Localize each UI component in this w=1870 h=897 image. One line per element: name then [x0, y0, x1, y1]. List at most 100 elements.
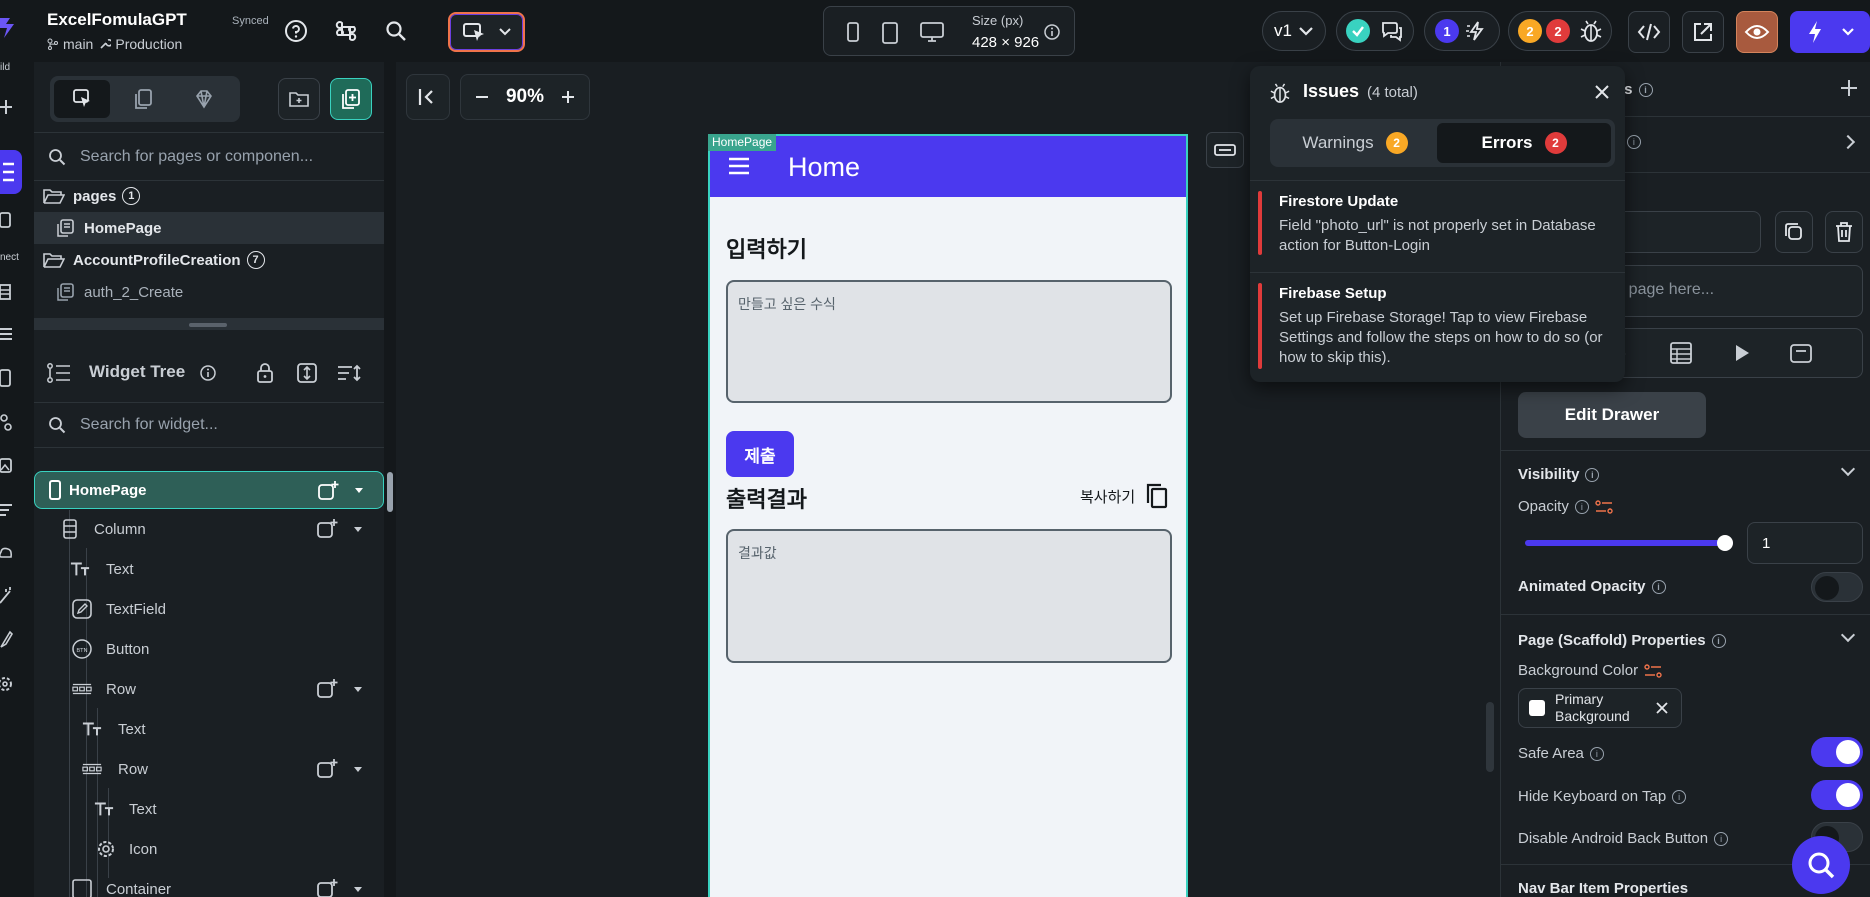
- actions-pill[interactable]: 1: [1424, 11, 1500, 51]
- widget-row-textfield[interactable]: TextField: [34, 590, 384, 628]
- chevron-down-icon[interactable]: [1840, 627, 1856, 643]
- tab-theme[interactable]: [176, 80, 232, 118]
- play-icon[interactable]: [1734, 344, 1750, 362]
- help-icon[interactable]: [283, 18, 309, 44]
- storyboard-icon[interactable]: [0, 210, 14, 230]
- vertical-scrollbar[interactable]: [387, 472, 393, 512]
- command-icon[interactable]: [333, 18, 359, 44]
- info-icon[interactable]: i: [1574, 499, 1589, 514]
- widget-row-row[interactable]: Row: [34, 670, 384, 708]
- opacity-input[interactable]: 1: [1747, 522, 1863, 564]
- page-item-auth-create[interactable]: auth_2_Create: [34, 276, 384, 308]
- widget-row-button[interactable]: BTN Button: [34, 630, 384, 668]
- add-child-icon[interactable]: [316, 518, 338, 540]
- info-icon[interactable]: i: [1589, 746, 1604, 761]
- hide-keyboard-toggle[interactable]: [1811, 780, 1863, 810]
- caret-down-icon[interactable]: [354, 687, 362, 692]
- edit-drawer-button[interactable]: Edit Drawer: [1518, 392, 1706, 438]
- text-style-icon[interactable]: [0, 500, 14, 520]
- add-child-icon[interactable]: [316, 878, 338, 897]
- folder-pages[interactable]: pages 1: [34, 180, 384, 212]
- tab-pages[interactable]: [54, 80, 110, 118]
- delete-button[interactable]: [1825, 211, 1863, 253]
- add-icon[interactable]: [0, 98, 14, 118]
- add-child-icon[interactable]: [316, 678, 338, 700]
- variable-icon[interactable]: [1644, 663, 1662, 679]
- info-icon[interactable]: i: [1585, 467, 1600, 482]
- duplicate-button[interactable]: [1775, 211, 1813, 253]
- info-icon[interactable]: [1044, 24, 1060, 40]
- phone-preview[interactable]: Home 입력하기 만들고 싶은 수식 제출 출력결과 복사하기 결과값: [708, 134, 1188, 897]
- code-view-button[interactable]: [1628, 11, 1670, 53]
- zoom-level[interactable]: 90%: [506, 86, 544, 108]
- copy-row[interactable]: 복사하기: [1080, 483, 1169, 509]
- open-external-button[interactable]: [1682, 11, 1724, 53]
- close-icon[interactable]: [1655, 701, 1669, 715]
- help-search-button[interactable]: [1792, 836, 1850, 894]
- page-description-input[interactable]: ur page here...: [1597, 265, 1863, 317]
- table-icon[interactable]: [0, 282, 14, 302]
- scaffold-properties-header[interactable]: Page (Scaffold) Properties i: [1518, 632, 1726, 649]
- flutterflow-logo-icon[interactable]: [0, 14, 16, 42]
- cloud-icon[interactable]: [0, 542, 14, 562]
- project-name[interactable]: ExcelFomulaGPT: [47, 10, 187, 30]
- new-folder-button[interactable]: [278, 78, 320, 120]
- run-button[interactable]: [1790, 11, 1870, 53]
- copy-icon[interactable]: [1145, 483, 1169, 509]
- tab-warnings[interactable]: Warnings 2: [1274, 123, 1436, 163]
- info-icon[interactable]: i: [1711, 633, 1726, 648]
- issue-item[interactable]: Firebase Setup Set up Firebase Storage! …: [1250, 272, 1625, 380]
- lock-icon[interactable]: [256, 362, 274, 384]
- page-selector-chip[interactable]: [1206, 132, 1244, 168]
- folder-icon[interactable]: [1790, 342, 1812, 364]
- info-icon[interactable]: [200, 365, 216, 381]
- branch-info[interactable]: main Production: [47, 36, 182, 52]
- magic-icon[interactable]: [0, 586, 14, 606]
- page-search[interactable]: Search for pages or componen...: [34, 134, 384, 180]
- chevron-down-icon[interactable]: [1840, 461, 1856, 477]
- folder-account-profile[interactable]: AccountProfileCreation 7: [34, 244, 384, 276]
- output-heading[interactable]: 출력결과: [726, 482, 807, 514]
- table-icon[interactable]: [1670, 342, 1692, 364]
- tablet-icon[interactable]: [881, 22, 899, 44]
- info-icon[interactable]: i: [1714, 831, 1729, 846]
- media-icon[interactable]: [0, 456, 14, 476]
- add-child-icon[interactable]: [317, 480, 339, 502]
- caret-down-icon[interactable]: [354, 767, 362, 772]
- add-page-button[interactable]: [330, 78, 372, 120]
- widget-row-homepage[interactable]: HomePage: [34, 471, 384, 509]
- widget-row-row[interactable]: Row: [34, 750, 384, 788]
- menu-icon[interactable]: [728, 156, 752, 176]
- sort-icon[interactable]: [336, 362, 364, 384]
- settings-icon[interactable]: [0, 674, 14, 694]
- brush-icon[interactable]: [0, 630, 14, 650]
- zoom-out-icon[interactable]: [475, 90, 489, 104]
- caret-down-icon[interactable]: [354, 527, 362, 532]
- api-icon[interactable]: [0, 412, 14, 432]
- info-icon[interactable]: i: [1651, 579, 1666, 594]
- expand-collapse-icon[interactable]: [296, 362, 318, 384]
- canvas-scrollbar[interactable]: [1486, 702, 1494, 772]
- tab-errors[interactable]: Errors 2: [1437, 123, 1611, 163]
- widget-search[interactable]: Search for widget...: [34, 403, 384, 447]
- chevron-right-icon[interactable]: [1840, 134, 1856, 150]
- add-child-icon[interactable]: [316, 758, 338, 780]
- background-color-chip[interactable]: Primary Background: [1518, 688, 1682, 728]
- widget-row-text[interactable]: Text: [34, 790, 384, 828]
- widget-row-text[interactable]: Text: [34, 710, 384, 748]
- issue-item[interactable]: Firestore Update Field "photo_url" is no…: [1250, 180, 1625, 266]
- page-item-homepage[interactable]: HomePage: [34, 212, 384, 244]
- visibility-header[interactable]: Visibility i: [1518, 466, 1600, 483]
- variable-icon[interactable]: [1595, 499, 1613, 515]
- widget-row-icon[interactable]: Icon: [34, 830, 384, 868]
- widget-row-container[interactable]: Container: [34, 870, 384, 897]
- phone-icon[interactable]: [846, 22, 860, 42]
- version-dropdown[interactable]: v1: [1262, 11, 1326, 51]
- list-icon[interactable]: [0, 324, 14, 344]
- caret-down-icon[interactable]: [354, 887, 362, 892]
- submit-button[interactable]: 제출: [726, 431, 794, 477]
- tab-components[interactable]: [116, 80, 172, 118]
- rail-item-pages[interactable]: [0, 150, 22, 194]
- desktop-icon[interactable]: [920, 22, 944, 42]
- animated-opacity-toggle[interactable]: [1811, 572, 1863, 602]
